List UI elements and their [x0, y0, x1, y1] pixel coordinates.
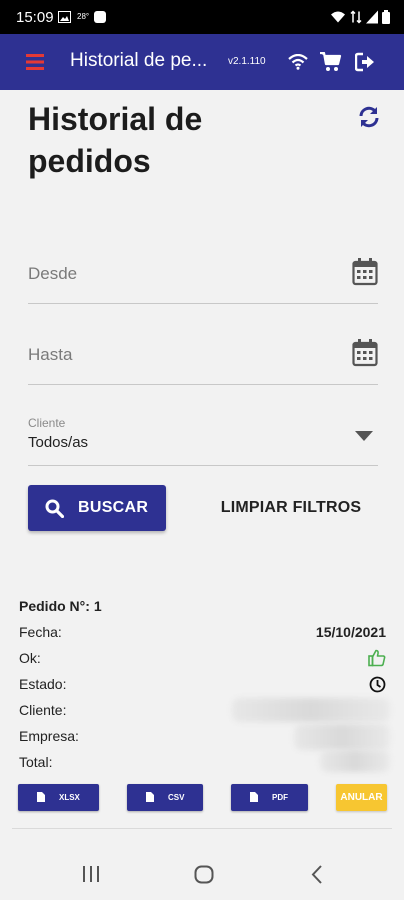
- refresh-icon[interactable]: [357, 105, 381, 129]
- back-icon[interactable]: [311, 865, 323, 884]
- calendar-icon[interactable]: [352, 258, 378, 286]
- cart-icon[interactable]: [320, 52, 342, 72]
- cliente-value: Todos/as: [28, 434, 89, 451]
- calendar-icon[interactable]: [352, 339, 378, 367]
- battery-icon: [382, 10, 390, 24]
- empresa-label: Empresa:: [19, 728, 79, 744]
- page-title: Historial de pedidos: [28, 101, 203, 179]
- notification-icon: [94, 11, 106, 23]
- hasta-placeholder: Hasta: [28, 345, 73, 364]
- app-version: v2.1.110: [228, 56, 266, 67]
- fecha-label: Fecha:: [19, 624, 62, 640]
- xlsx-label: XLSX: [59, 793, 80, 802]
- divider: [12, 828, 392, 829]
- search-icon: [45, 499, 64, 518]
- home-icon[interactable]: [194, 865, 214, 884]
- gallery-icon: [58, 11, 71, 23]
- order-number: Pedido N°: 1: [19, 598, 102, 614]
- file-icon: [146, 792, 154, 802]
- hasta-date-field[interactable]: Hasta: [28, 333, 378, 385]
- logout-icon[interactable]: [355, 52, 375, 72]
- buscar-label: BUSCAR: [78, 499, 149, 516]
- cliente-row-label: Cliente:: [19, 702, 67, 718]
- status-time: 15:09: [16, 9, 54, 26]
- blurred-cliente-value: [232, 698, 390, 722]
- file-icon: [37, 792, 45, 802]
- fecha-value: 15/10/2021: [315, 624, 386, 640]
- recent-apps-icon[interactable]: [82, 865, 100, 883]
- pdf-label: PDF: [272, 793, 288, 802]
- cliente-label: Cliente: [28, 416, 66, 430]
- app-bar-title: Historial de pe...: [70, 50, 208, 71]
- thumbs-up-icon: [368, 649, 386, 667]
- signal-icon: [366, 10, 378, 24]
- blurred-total-value: [320, 750, 390, 772]
- export-csv-button[interactable]: CSV: [127, 784, 203, 811]
- clock-icon: [369, 676, 386, 693]
- limpiar-filtros-button[interactable]: LIMPIAR FILTROS: [206, 485, 376, 531]
- export-pdf-button[interactable]: PDF: [231, 784, 308, 811]
- desde-placeholder: Desde: [28, 264, 78, 283]
- export-xlsx-button[interactable]: XLSX: [18, 784, 99, 811]
- system-nav-bar: [0, 850, 404, 900]
- blurred-empresa-value: [294, 724, 390, 750]
- anular-button[interactable]: ANULAR: [336, 784, 387, 811]
- wifi-status-icon: [331, 11, 345, 23]
- data-icon: [350, 10, 362, 24]
- chevron-down-icon[interactable]: [355, 431, 373, 441]
- menu-icon[interactable]: [26, 53, 46, 71]
- status-temperature: 28°: [77, 12, 90, 21]
- buscar-button[interactable]: BUSCAR: [28, 485, 166, 531]
- estado-label: Estado:: [19, 676, 67, 692]
- cliente-select[interactable]: Cliente Todos/as: [28, 416, 378, 466]
- app-bar: Historial de pe... v2.1.110: [0, 34, 404, 90]
- status-bar: 15:09 28°: [0, 0, 404, 34]
- wifi-icon[interactable]: [288, 54, 308, 70]
- total-label: Total:: [19, 754, 53, 770]
- csv-label: CSV: [168, 793, 185, 802]
- file-icon: [250, 792, 258, 802]
- ok-label: Ok:: [19, 650, 41, 666]
- desde-date-field[interactable]: Desde: [28, 252, 378, 304]
